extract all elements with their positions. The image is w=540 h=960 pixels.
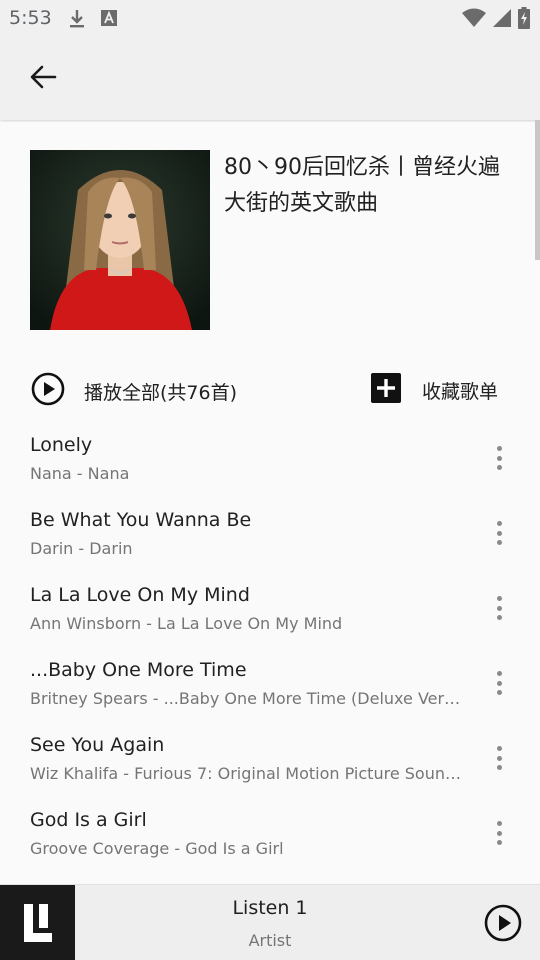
song-title: See You Again bbox=[30, 734, 165, 756]
more-vert-icon[interactable] bbox=[492, 746, 506, 770]
status-right-icons bbox=[462, 7, 530, 33]
play-all-label: 播放全部(共76首) bbox=[84, 381, 238, 404]
add-box-icon bbox=[370, 372, 402, 408]
download-icon bbox=[68, 8, 86, 34]
scroll-indicator[interactable] bbox=[535, 120, 540, 260]
playlist-actions: 播放全部(共76首) 收藏歌单 bbox=[0, 368, 540, 414]
more-vert-icon[interactable] bbox=[492, 596, 506, 620]
song-title: Be What You Wanna Be bbox=[30, 509, 252, 531]
play-all-button[interactable]: 播放全部(共76首) bbox=[31, 372, 237, 410]
wifi-icon bbox=[462, 8, 486, 32]
song-title: ...Baby One More Time bbox=[30, 659, 247, 681]
song-row[interactable]: La La Love On My Mind Ann Winsborn - La … bbox=[0, 572, 540, 647]
arrow-back-icon bbox=[29, 64, 57, 94]
more-vert-icon[interactable] bbox=[492, 671, 506, 695]
app-logo-icon[interactable] bbox=[0, 885, 75, 960]
back-button[interactable] bbox=[24, 60, 62, 98]
song-subtitle: Britney Spears - ...Baby One More Time (… bbox=[30, 689, 466, 708]
cell-signal-icon bbox=[492, 8, 512, 32]
more-vert-icon[interactable] bbox=[492, 821, 506, 845]
song-subtitle: Wiz Khalifa - Furious 7: Original Motion… bbox=[30, 764, 466, 783]
album-cover bbox=[30, 150, 210, 330]
song-row[interactable]: Be What You Wanna Be Darin - Darin bbox=[0, 497, 540, 572]
song-row[interactable]: Lonely Nana - Nana bbox=[0, 422, 540, 497]
player-artist: Artist bbox=[248, 931, 292, 950]
a-badge-icon bbox=[100, 8, 118, 34]
song-list: Lonely Nana - Nana Be What You Wanna Be … bbox=[0, 422, 540, 872]
collect-playlist-button[interactable]: 收藏歌单 bbox=[370, 372, 498, 408]
mini-player[interactable]: Listen 1 Artist bbox=[0, 884, 540, 960]
collect-playlist-label: 收藏歌单 bbox=[421, 380, 498, 403]
song-row[interactable]: See You Again Wiz Khalifa - Furious 7: O… bbox=[0, 722, 540, 797]
status-bar: 5:53 bbox=[0, 0, 540, 36]
song-row[interactable]: God Is a Girl Groove Coverage - God Is a… bbox=[0, 797, 540, 872]
play-circle-icon bbox=[484, 904, 522, 946]
song-subtitle: Groove Coverage - God Is a Girl bbox=[30, 839, 284, 858]
song-subtitle: Darin - Darin bbox=[30, 539, 133, 558]
more-vert-icon[interactable] bbox=[492, 521, 506, 545]
play-circle-icon bbox=[31, 372, 65, 410]
more-vert-icon[interactable] bbox=[492, 446, 506, 470]
song-subtitle: Ann Winsborn - La La Love On My Mind bbox=[30, 614, 343, 633]
player-track-title: Listen 1 bbox=[232, 897, 308, 919]
song-title: La La Love On My Mind bbox=[30, 584, 250, 606]
status-time: 5:53 bbox=[9, 7, 52, 29]
song-title: Lonely bbox=[30, 434, 93, 456]
status-left-icons bbox=[68, 8, 118, 34]
battery-charging-icon bbox=[518, 7, 530, 33]
song-subtitle: Nana - Nana bbox=[30, 464, 130, 483]
song-row[interactable]: ...Baby One More Time Britney Spears - .… bbox=[0, 647, 540, 722]
player-play-button[interactable] bbox=[484, 904, 522, 942]
playlist-title: 80丶90后回忆杀丨曾经火遍大街的英文歌曲 bbox=[224, 155, 500, 216]
song-title: God Is a Girl bbox=[30, 809, 147, 831]
app-bar bbox=[0, 36, 540, 120]
